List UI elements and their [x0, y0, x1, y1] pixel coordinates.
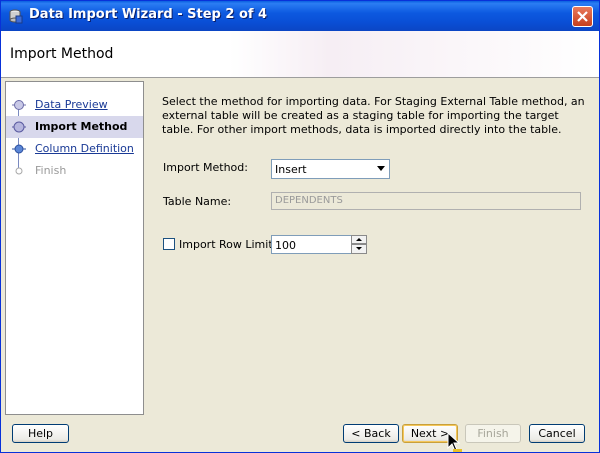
step-label: Finish [35, 164, 67, 177]
step-label[interactable]: Column Definition [35, 142, 134, 155]
chevron-down-icon [356, 247, 362, 250]
step-disabled-icon [15, 167, 23, 175]
main-content: Select the method for importing data. Fo… [145, 81, 597, 415]
close-icon [577, 11, 588, 22]
table-name-field: DEPENDENTS [271, 192, 581, 210]
cancel-button[interactable]: Cancel [529, 424, 585, 443]
step-current-icon [12, 121, 26, 133]
row-limit-label[interactable]: Import Row Limit: [179, 238, 276, 251]
page-title: Import Method [10, 46, 114, 62]
step-done-icon [12, 100, 26, 110]
step-finish: Finish [6, 160, 143, 182]
import-method-label: Import Method: [163, 161, 248, 174]
row-limit-value: 100 [275, 239, 296, 252]
row-limit-stepper[interactable] [351, 235, 367, 254]
chevron-up-icon [356, 238, 362, 241]
step-label[interactable]: Data Preview [35, 98, 108, 111]
description-text: Select the method for importing data. Fo… [162, 95, 585, 136]
row-limit-checkbox[interactable] [163, 238, 175, 250]
import-method-value: Insert [275, 163, 307, 176]
step-label: Import Method [35, 120, 128, 133]
finish-button: Finish [465, 424, 521, 443]
back-button[interactable]: < Back [343, 424, 399, 443]
wizard-steps-panel: Data Preview Import Method Column Defini… [5, 81, 144, 415]
database-app-icon [9, 9, 23, 24]
wizard-window: Data Import Wizard - Step 2 of 4 Import … [0, 0, 600, 453]
import-method-select[interactable]: Insert [271, 159, 390, 179]
title-bar[interactable]: Data Import Wizard - Step 2 of 4 [1, 1, 599, 31]
close-button[interactable] [572, 6, 593, 27]
table-name-label: Table Name: [163, 195, 232, 208]
step-import-method[interactable]: Import Method [6, 116, 143, 138]
step-pending-icon [12, 144, 26, 154]
spin-down-button[interactable] [351, 244, 367, 254]
spin-up-button[interactable] [351, 235, 367, 244]
mouse-pointer-icon [447, 432, 462, 452]
dropdown-arrow-icon[interactable] [377, 166, 385, 171]
step-data-preview[interactable]: Data Preview [6, 94, 143, 116]
step-column-definition[interactable]: Column Definition [6, 138, 143, 160]
help-button[interactable]: Help [12, 424, 69, 443]
wizard-header: Import Method [1, 31, 599, 78]
window-title: Data Import Wizard - Step 2 of 4 [29, 7, 268, 22]
